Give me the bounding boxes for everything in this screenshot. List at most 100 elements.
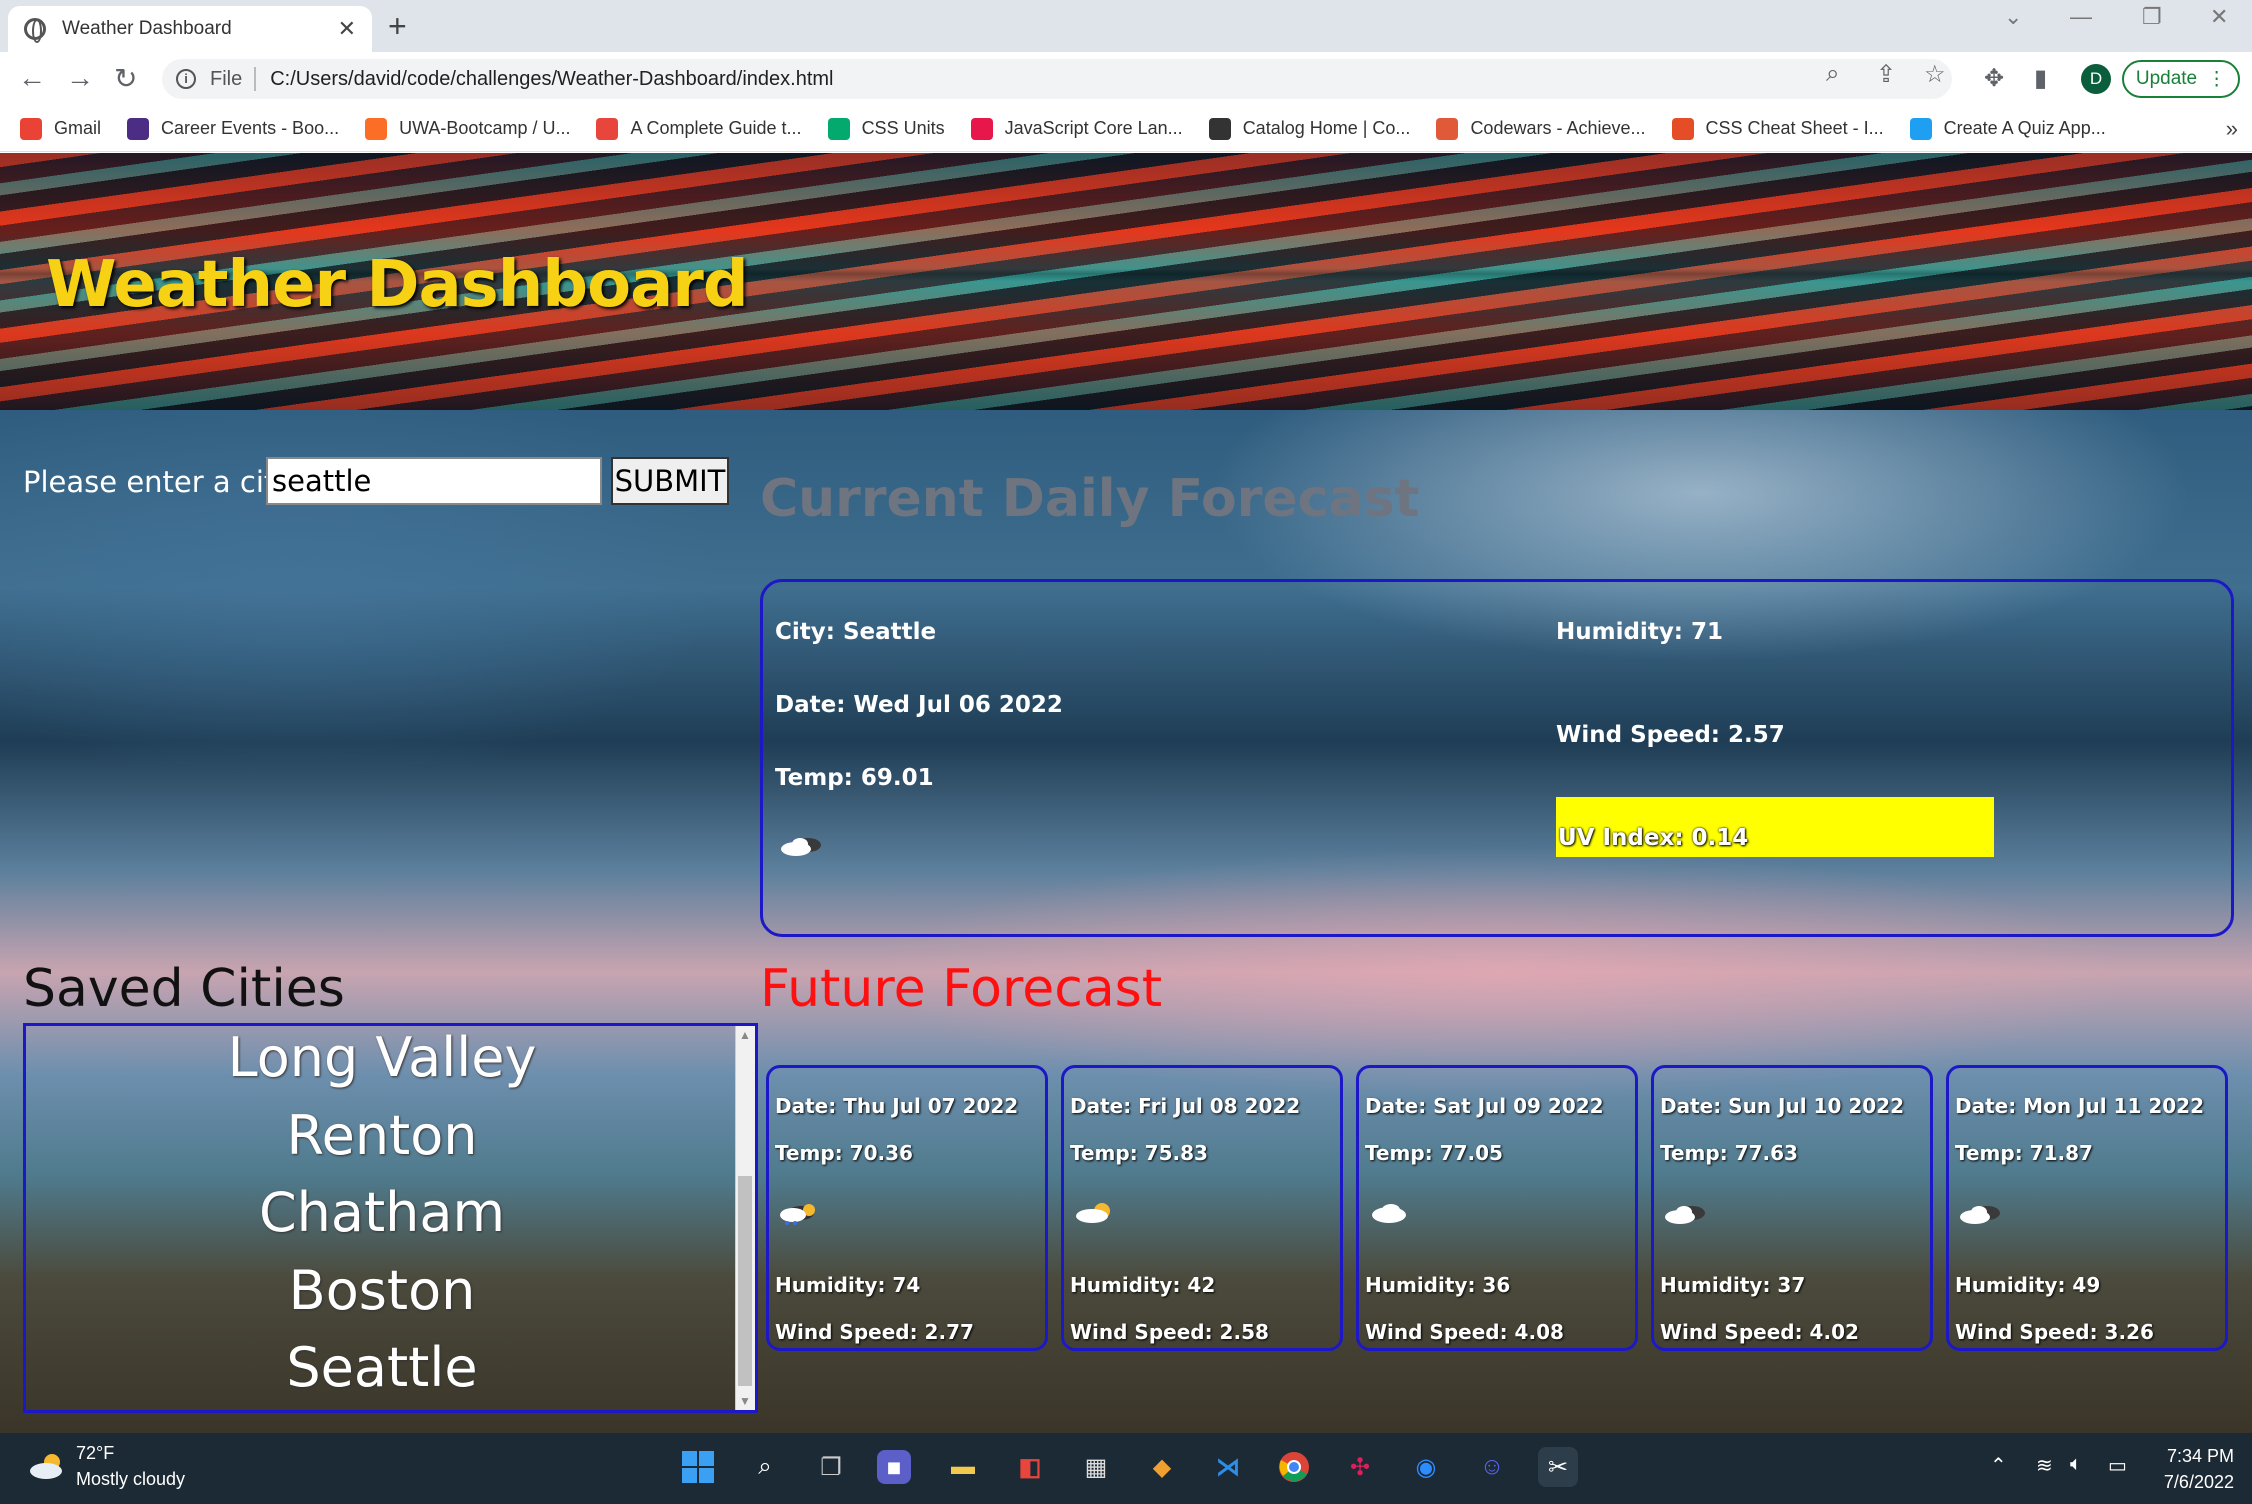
weather-widget-icon[interactable] — [28, 1451, 68, 1481]
wifi-icon[interactable]: ≋ — [2036, 1453, 2053, 1478]
url-separator — [254, 67, 257, 91]
task-view-icon[interactable]: ❐ — [811, 1447, 851, 1487]
saved-cities-list[interactable]: Seattle Boston Chatham Renton Long Valley ▲ … — [23, 1023, 758, 1413]
play-icon — [970, 117, 993, 140]
battery-icon[interactable]: ▭ — [2108, 1453, 2127, 1478]
browser-tab-strip: Weather Dashboard ✕ + ⌄ — ❐ ✕ — [0, 0, 2252, 52]
site-info-icon[interactable]: i — [176, 69, 196, 89]
side-panel-icon[interactable]: ▮ — [2034, 64, 2047, 93]
forecast-date: Date: Sat Jul 09 2022 — [1365, 1094, 1604, 1118]
forecast-wind: Wind Speed: 4.08 — [1365, 1320, 1564, 1344]
html5-icon — [1671, 117, 1694, 140]
tab-title: Weather Dashboard — [62, 18, 232, 39]
menu-dots-icon[interactable]: ⋮ — [2207, 68, 2226, 91]
volume-icon[interactable]: 🔈︎ — [2070, 1453, 2082, 1476]
bookmark-item[interactable]: Career Events - Boo... — [127, 117, 339, 140]
taskbar-clock[interactable]: 7:34 PM 7/6/2022 — [2164, 1443, 2234, 1495]
w-icon — [127, 117, 150, 140]
scroll-up-arrow-icon[interactable]: ▲ — [739, 1028, 751, 1042]
extensions-icon[interactable]: ✥ — [1984, 64, 2004, 93]
forecast-day-card: Date: Sun Jul 10 2022 Temp: 77.63 Humidity… — [1651, 1065, 1933, 1351]
discord-icon[interactable]: ☺ — [1472, 1447, 1512, 1487]
bookmark-item[interactable]: CSS Cheat Sheet - I... — [1671, 117, 1884, 140]
url-scheme: File — [210, 67, 243, 90]
omnibox[interactable]: i File C:/Users/david/code/challenges/We… — [162, 59, 1952, 99]
tab-search-icon[interactable]: ⌄ — [2004, 4, 2022, 30]
forecast-wind: Wind Speed: 2.77 — [775, 1320, 974, 1344]
restore-icon[interactable]: ❐ — [2142, 4, 2162, 30]
new-tab-icon[interactable]: + — [388, 8, 407, 45]
update-label: Update — [2135, 68, 2198, 89]
snipping-tool-icon[interactable]: ✂ — [1538, 1447, 1578, 1487]
start-menu-icon[interactable] — [678, 1447, 718, 1487]
partly-sunny-icon — [1076, 1203, 1110, 1223]
current-forecast-card — [760, 579, 2234, 937]
uv-index-badge: UV Index: 0.14 — [1556, 797, 1994, 857]
bookmark-item[interactable]: Catalog Home | Co... — [1208, 117, 1410, 140]
tab-close-icon[interactable]: ✕ — [338, 16, 356, 42]
weather-widget-temp[interactable]: 72°F — [76, 1443, 114, 1464]
saved-city-item[interactable]: Renton — [26, 1104, 738, 1167]
chrome-icon[interactable] — [1274, 1447, 1314, 1487]
forecast-day-card: Date: Thu Jul 07 2022 Temp: 70.36 Humidity… — [766, 1065, 1048, 1351]
office-icon[interactable]: ◧ — [1010, 1447, 1050, 1487]
cloudy-icon — [1960, 1206, 2000, 1224]
bookmark-item[interactable]: UWA-Bootcamp / U... — [365, 117, 570, 140]
forecast-day-card: Date: Mon Jul 11 2022 Temp: 71.87 Humidity… — [1946, 1065, 2228, 1351]
forward-icon[interactable]: → — [66, 62, 94, 94]
current-wind: Wind Speed: 2.57 — [1556, 722, 1785, 748]
saved-cities-scrollbar[interactable]: ▲ ▼ — [735, 1026, 755, 1410]
bookmark-item[interactable]: Codewars - Achieve... — [1436, 117, 1646, 140]
microsoft-store-icon[interactable]: ▦ — [1076, 1447, 1116, 1487]
bookmark-item[interactable]: CSS Units — [827, 117, 945, 140]
bookmark-label: A Complete Guide t... — [630, 118, 802, 138]
zoom-icon[interactable]: ⌕ — [1826, 60, 1839, 88]
bookmark-item[interactable]: Create A Quiz App... — [1909, 117, 2106, 140]
forecast-wind: Wind Speed: 2.58 — [1070, 1320, 1269, 1344]
browser-tab[interactable]: Weather Dashboard ✕ — [8, 6, 372, 52]
clock-date: 7/6/2022 — [2163, 1472, 2234, 1492]
forecast-humidity: Humidity: 74 — [775, 1273, 921, 1297]
bookmark-star-icon[interactable]: ☆ — [1924, 60, 1946, 89]
update-button[interactable]: Update ⋮ — [2122, 60, 2240, 98]
bookmark-item[interactable]: A Complete Guide t... — [596, 117, 802, 140]
window-close-icon[interactable]: ✕ — [2210, 4, 2228, 30]
cloudy-icon — [1665, 1206, 1705, 1224]
file-explorer-icon[interactable]: ▬ — [943, 1447, 983, 1487]
bookmark-label: CSS Cheat Sheet - I... — [1705, 118, 1884, 138]
current-humidity: Humidity: 71 — [1556, 619, 1724, 645]
address-bar-row: ← → ↻ i File C:/Users/david/code/challen… — [0, 52, 2252, 106]
saved-city-item[interactable]: Long Valley — [26, 1026, 738, 1089]
reload-icon[interactable]: ↻ — [114, 62, 137, 95]
teams-chat-icon[interactable]: ◼ — [877, 1450, 911, 1484]
forecast-temp: Temp: 71.87 — [1955, 1141, 2093, 1165]
scrollbar-thumb[interactable] — [738, 1176, 752, 1386]
submit-button[interactable]: SUBMIT — [611, 457, 729, 505]
vscode-icon[interactable]: ⋊ — [1208, 1447, 1248, 1487]
bookmark-item[interactable]: JavaScript Core Lan... — [970, 117, 1183, 140]
slack-icon[interactable]: ✣ — [1340, 1447, 1380, 1487]
profile-avatar[interactable]: D — [2081, 64, 2111, 94]
search-icon[interactable]: ⌕ — [745, 1447, 785, 1487]
zoom-app-icon[interactable]: ◉ — [1406, 1447, 1446, 1487]
bookmark-label: Gmail — [54, 118, 102, 138]
minimize-icon[interactable]: — — [2070, 4, 2092, 30]
saved-city-item[interactable]: Chatham — [26, 1181, 738, 1244]
back-icon[interactable]: ← — [18, 62, 46, 94]
forecast-humidity: Humidity: 42 — [1070, 1273, 1216, 1297]
page-title: Weather Dashboard — [46, 248, 749, 322]
bookmark-item[interactable]: Gmail — [20, 117, 102, 140]
weather-widget-desc[interactable]: Mostly cloudy — [76, 1469, 185, 1490]
saved-cities-heading: Saved Cities — [23, 959, 345, 1019]
bookmark-label: JavaScript Core Lan... — [1004, 118, 1183, 138]
scroll-down-arrow-icon[interactable]: ▼ — [739, 1394, 751, 1408]
share-icon[interactable]: ⇪ — [1876, 60, 1896, 89]
saved-city-item[interactable]: Seattle — [26, 1336, 738, 1399]
city-search-input[interactable] — [266, 457, 602, 505]
tray-chevron-icon[interactable]: ⌃ — [1990, 1453, 2007, 1478]
gitkraken-icon[interactable]: ◆ — [1142, 1447, 1182, 1487]
more-bookmarks-icon[interactable]: » — [2226, 116, 2238, 142]
cloudy-icon — [781, 838, 821, 856]
url-text[interactable]: C:/Users/david/code/challenges/Weather-D… — [270, 68, 833, 91]
saved-city-item[interactable]: Boston — [26, 1259, 738, 1322]
